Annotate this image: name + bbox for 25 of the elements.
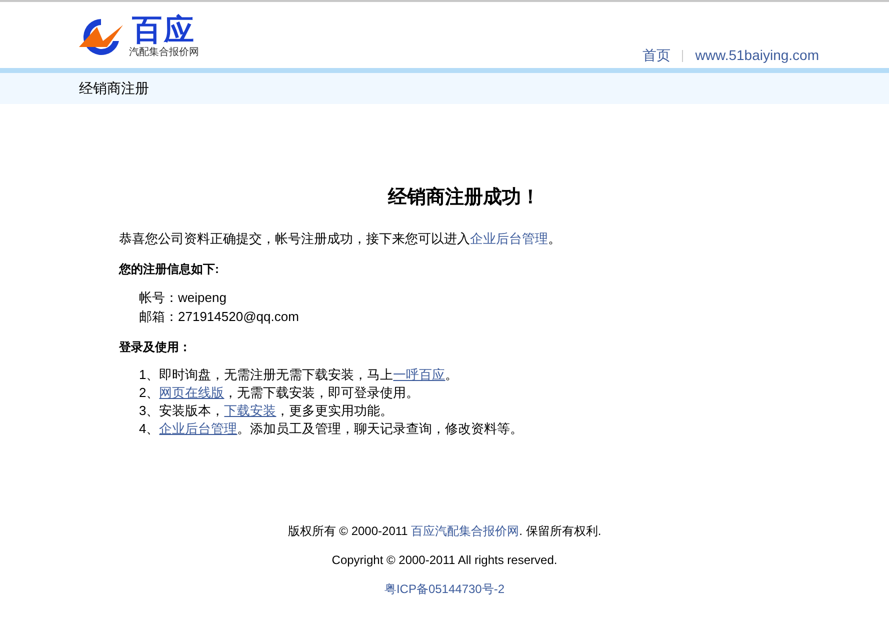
info-line: 邮箱：271914520@qq.com	[139, 308, 300, 326]
logo-icon	[77, 17, 125, 57]
rights-notice: 版权所有 © 2000-2011 百应汽配集合报价网. 保留所有权利.	[288, 523, 602, 540]
nav-link[interactable]: 首页	[642, 45, 670, 66]
success-title: 经销商注册成功！	[386, 186, 541, 210]
icp-link[interactable]: 粤ICP备05144730号-2	[384, 580, 505, 598]
usage-item: 3、安装版本，下载安装，更多更实用功能。	[139, 402, 394, 420]
logo-text: 百应	[132, 15, 196, 47]
usage-heading: 登录及使用：	[119, 339, 192, 356]
copyright-text: Copyright © 2000-2011 All rights reserved.	[332, 552, 558, 569]
text-link[interactable]: 百应汽配集合报价网	[411, 524, 520, 538]
text-link[interactable]: 企业后台管理	[159, 421, 238, 436]
page-heading: 经销商注册	[79, 79, 149, 98]
text-link[interactable]: 下载安装	[224, 403, 276, 418]
usage-item: 1、即时询盘，无需注册无需下载安装，马上一呼百应。	[139, 366, 460, 384]
text-link[interactable]: 一呼百应	[393, 367, 446, 382]
usage-item: 4、企业后台管理。添加员工及管理，聊天记录查询，修改资料等。	[139, 420, 524, 438]
text-link[interactable]: 网页在线版	[159, 385, 224, 400]
logo-tagline: 汽配集合报价网	[129, 47, 199, 59]
text-link[interactable]: 企业后台管理	[470, 230, 548, 246]
intro-sentence: 恭喜您公司资料正确提交，帐号注册成功，接下来您可以进入企业后台管理。	[119, 230, 562, 248]
nav-link[interactable]: www.51baiying.com	[695, 45, 819, 66]
info-line: 帐号：weipeng	[139, 289, 228, 307]
info-heading: 您的注册信息如下:	[119, 261, 220, 278]
usage-item: 2、网页在线版，无需下载安装，即可登录使用。	[139, 384, 420, 402]
